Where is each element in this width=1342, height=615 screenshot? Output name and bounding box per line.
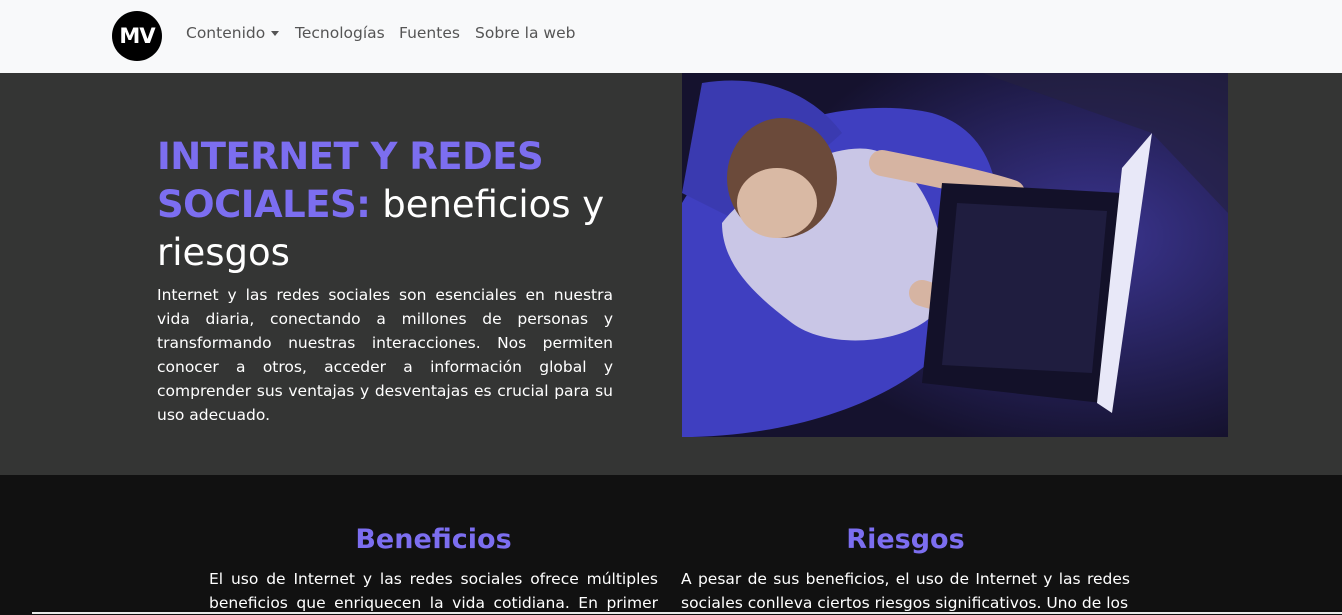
hero-title: INTERNET Y REDES SOCIALES: beneficios y … (157, 133, 627, 277)
child-laptop-illustration (682, 73, 1228, 437)
hero-title-rest-line2: riesgos (157, 231, 290, 274)
risks-title: Riesgos (846, 524, 965, 555)
risks-text: A pesar de sus beneficios, el uso de Int… (681, 570, 1130, 612)
hero-image-child-using-laptop (682, 73, 1228, 437)
site-logo[interactable]: MV (112, 11, 162, 61)
benefits-text: El uso de Internet y las redes sociales … (209, 570, 658, 612)
hero-section: INTERNET Y REDES SOCIALES: beneficios y … (0, 73, 1342, 475)
nav-link-sobre-la-web[interactable]: Sobre la web (475, 24, 575, 42)
hero-paragraph: Internet y las redes sociales son esenci… (157, 286, 613, 424)
navbar: MV Contenido Tecnologías Fuentes Sobre l… (0, 0, 1342, 73)
hero-title-accent-line1: INTERNET Y REDES (157, 135, 544, 178)
benefits-title: Beneficios (355, 524, 512, 555)
nav-link-contenido[interactable]: Contenido (186, 24, 280, 42)
horizontal-scrollbar[interactable] (32, 612, 1342, 614)
hero-title-accent-line2: SOCIALES: (157, 183, 371, 226)
nav-link-fuentes[interactable]: Fuentes (399, 24, 460, 42)
nav-link-contenido-label: Contenido (186, 24, 266, 42)
nav-link-tecnologias[interactable]: Tecnologías (295, 24, 385, 42)
benefits-risks-section: Beneficios El uso de Internet y las rede… (0, 475, 1342, 615)
hero-title-rest-line1: beneficios y (370, 183, 605, 226)
caret-down-icon (271, 31, 280, 36)
